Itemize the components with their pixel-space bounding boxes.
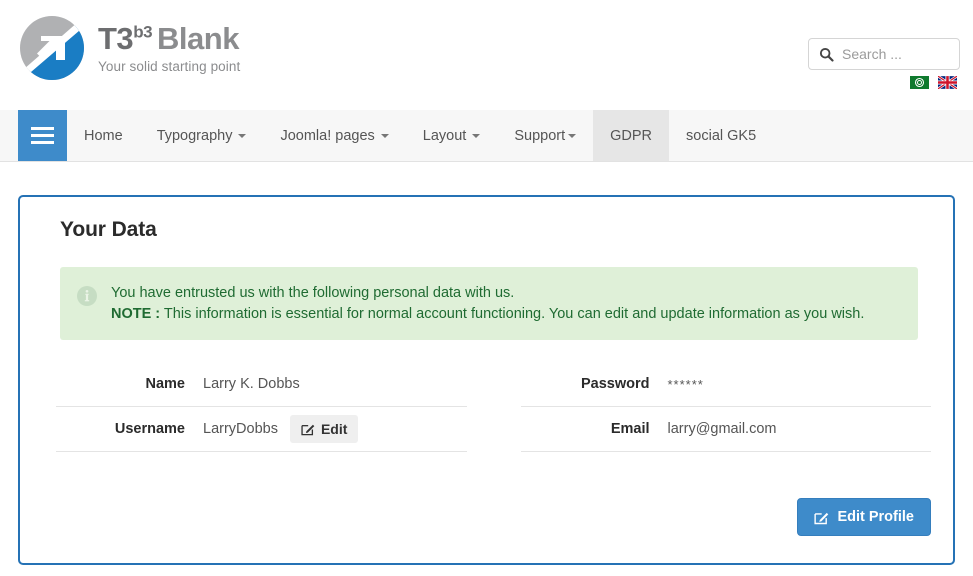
english-flag[interactable] — [938, 76, 957, 89]
header-right-tools — [808, 38, 960, 89]
username-value: LarryDobbs — [203, 421, 278, 437]
row-value-password: ****** — [668, 377, 704, 392]
alert-body: You have entrusted us with the following… — [111, 283, 864, 324]
alert-note-text: This information is essential for normal… — [164, 306, 864, 322]
page-body: Your Data You have entrusted us with the… — [0, 162, 973, 565]
main-navigation: Home Typography Joomla! pages Layout Sup… — [0, 110, 973, 162]
info-circle-icon — [76, 285, 98, 307]
table-row: Email larry@gmail.com — [521, 407, 932, 452]
nav-items: Home Typography Joomla! pages Layout Sup… — [67, 110, 773, 161]
brand-superscript: b3 — [133, 22, 152, 41]
nav-item-label: social GK5 — [686, 128, 756, 144]
alert-note-label: NOTE : — [111, 306, 160, 322]
chevron-down-icon — [381, 134, 389, 138]
chevron-down-icon — [472, 134, 480, 138]
nav-item-typography[interactable]: Typography — [140, 110, 264, 161]
table-row: Name Larry K. Dobbs — [56, 362, 467, 407]
page-title: Your Data — [60, 218, 933, 242]
brand-tagline: Your solid starting point — [98, 60, 240, 74]
search-icon — [819, 47, 834, 62]
nav-item-label: GDPR — [610, 128, 652, 144]
hamburger-menu-icon-bar — [31, 141, 54, 144]
pencil-square-icon — [301, 422, 315, 436]
nav-item-label: Support — [514, 128, 565, 144]
alert-line-2: NOTE : This information is essential for… — [111, 304, 864, 324]
brand-text: T3b3 Blank Your solid starting point — [98, 23, 240, 74]
row-label-username: Username — [56, 421, 203, 437]
t3-circle-arrow-logo — [18, 14, 86, 82]
pencil-square-icon — [814, 510, 829, 525]
nav-item-gdpr[interactable]: GDPR — [593, 110, 669, 161]
nav-item-home[interactable]: Home — [67, 110, 140, 161]
nav-item-social-gk5[interactable]: social GK5 — [669, 110, 773, 161]
chevron-down-icon — [238, 134, 246, 138]
nav-item-label: Home — [84, 128, 123, 144]
data-column-left: Name Larry K. Dobbs Username LarryDobbs — [56, 362, 494, 452]
language-switcher — [808, 76, 960, 89]
arabic-flag[interactable] — [910, 76, 929, 89]
name-value: Larry K. Dobbs — [203, 376, 300, 392]
personal-data-table: Name Larry K. Dobbs Username LarryDobbs — [40, 362, 933, 452]
data-column-right: Password ****** Email larry@gmail.com — [494, 362, 932, 452]
row-label-name: Name — [56, 376, 203, 392]
alert-line-1: You have entrusted us with the following… — [111, 283, 864, 303]
nav-item-layout[interactable]: Layout — [406, 110, 498, 161]
edit-profile-label: Edit Profile — [837, 509, 914, 525]
nav-item-label: Layout — [423, 128, 467, 144]
edit-button-label: Edit — [321, 421, 347, 437]
nav-item-support[interactable]: Support — [497, 110, 593, 161]
brand-title: T3b3 Blank — [98, 23, 240, 54]
row-label-password: Password — [521, 376, 668, 392]
nav-item-joomla-pages[interactable]: Joomla! pages — [263, 110, 405, 161]
row-value-username: LarryDobbs Edit — [203, 415, 358, 443]
search-input[interactable] — [842, 46, 949, 62]
panel-footer: Edit Profile — [40, 498, 933, 536]
nav-item-label: Typography — [157, 128, 233, 144]
row-value-name: Larry K. Dobbs — [203, 376, 300, 392]
hamburger-menu-button[interactable] — [18, 110, 67, 161]
table-row: Username LarryDobbs Edit — [56, 407, 467, 452]
brand-t3: T3 — [98, 21, 133, 56]
row-label-email: Email — [521, 421, 668, 437]
info-alert: You have entrusted us with the following… — [60, 267, 918, 340]
brand-logo-block[interactable]: T3b3 Blank Your solid starting point — [18, 14, 240, 82]
edit-profile-button[interactable]: Edit Profile — [797, 498, 931, 536]
nav-item-label: Joomla! pages — [280, 128, 374, 144]
row-value-email: larry@gmail.com — [668, 421, 777, 437]
edit-username-button[interactable]: Edit — [290, 415, 358, 443]
search-box[interactable] — [808, 38, 960, 70]
hamburger-menu-icon-bar — [31, 134, 54, 137]
chevron-down-icon — [568, 134, 576, 138]
site-header: T3b3 Blank Your solid starting point — [0, 0, 973, 110]
table-row: Password ****** — [521, 362, 932, 407]
your-data-panel: Your Data You have entrusted us with the… — [18, 195, 955, 565]
hamburger-menu-icon-bar — [31, 127, 54, 130]
brand-blank: Blank — [157, 21, 239, 56]
